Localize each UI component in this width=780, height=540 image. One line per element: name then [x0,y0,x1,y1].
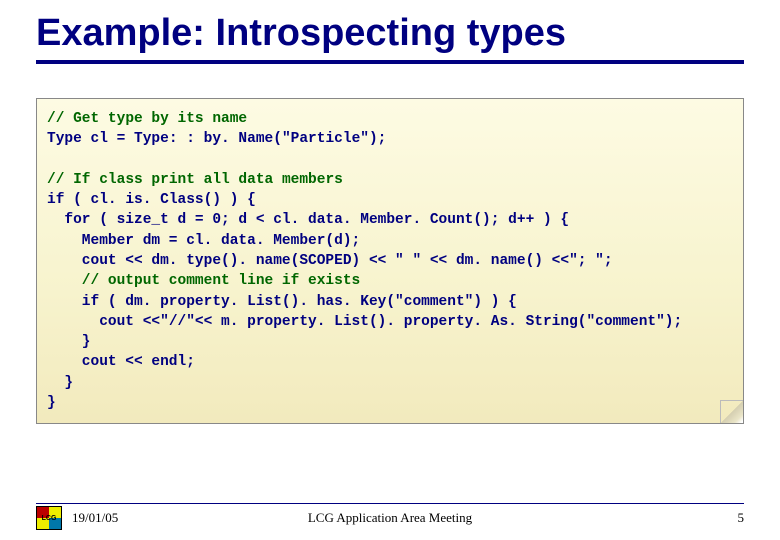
logo-text: LCG [37,507,61,529]
footer-date: 19/01/05 [72,510,118,526]
slide-footer: LCG 19/01/05 LCG Application Area Meetin… [36,503,744,530]
code-line: cout << dm. type(). name(SCOPED) << " " … [47,251,613,271]
code-line: } [47,395,56,411]
slide: Example: Introspecting types // Get type… [0,0,780,540]
code-line: cout << endl; [47,352,195,372]
footer-center: LCG Application Area Meeting [308,510,472,526]
code-line: } [47,332,91,352]
code-line: cout <<"//"<< m. property. List(). prope… [47,312,682,332]
slide-title: Example: Introspecting types [36,14,744,64]
footer-left: LCG 19/01/05 [36,506,118,530]
code-comment: // Get type by its name [47,111,247,127]
code-line: Type cl = Type: : by. Name("Particle"); [47,131,395,147]
lcg-logo: LCG [36,506,62,530]
code-line: if ( cl. is. Class() ) { [47,192,256,208]
code-line: } [47,373,73,393]
code-line: Member dm = cl. data. Member(d); [47,231,360,251]
code-line: if ( dm. property. List(). has. Key("com… [47,292,517,312]
code-comment: // If class print all data members [47,172,343,188]
footer-page-number: 5 [738,510,745,526]
code-block: // Get type by its name Type cl = Type: … [36,98,744,424]
code-line: for ( size_t d = 0; d < cl. data. Member… [47,210,569,230]
code-comment: // output comment line if exists [47,271,360,291]
